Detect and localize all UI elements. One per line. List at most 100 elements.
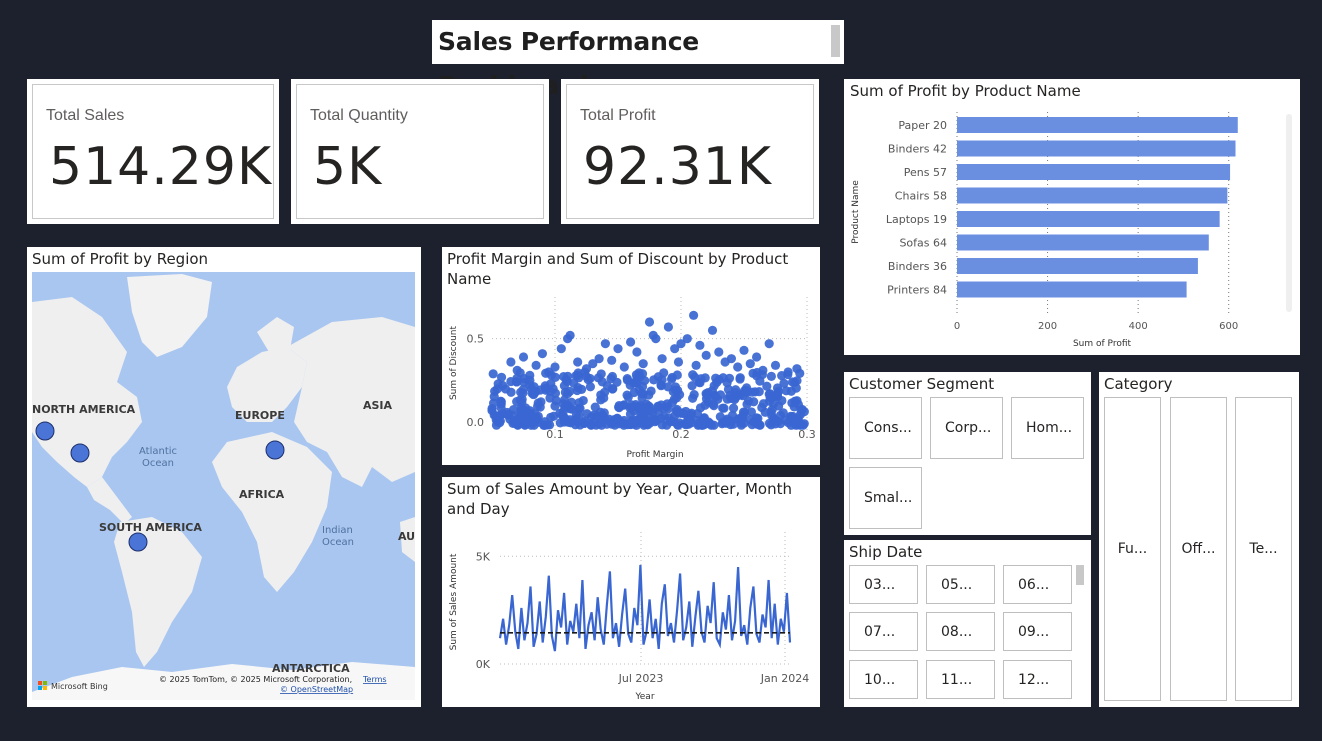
scatter-point[interactable]	[599, 393, 609, 403]
map-canvas[interactable]: NORTH AMERICA EUROPE ASIA AFRICA SOUTH A…	[32, 272, 415, 700]
scatter-point[interactable]	[508, 405, 519, 415]
scatter-point[interactable]	[764, 339, 774, 349]
scatter-point[interactable]	[757, 402, 767, 413]
scatter-point[interactable]	[638, 359, 648, 369]
scatter-point[interactable]	[638, 409, 648, 420]
scatter-point[interactable]	[745, 359, 755, 369]
bar[interactable]	[957, 281, 1187, 298]
category-office-supplies-button[interactable]: Off...	[1170, 397, 1227, 701]
scatter-point[interactable]	[550, 362, 560, 372]
scatter-panel[interactable]: Profit Margin and Sum of Discount by Pro…	[442, 247, 820, 465]
scatter-point[interactable]	[506, 376, 516, 387]
scatter-point[interactable]	[770, 360, 781, 370]
scatter-point[interactable]	[578, 395, 588, 406]
line-panel[interactable]: Sum of Sales Amount by Year, Quarter, Mo…	[442, 477, 820, 707]
scatter-point[interactable]	[566, 397, 577, 407]
category-technology-button[interactable]: Te...	[1235, 397, 1292, 701]
category-furniture-button[interactable]: Fu...	[1104, 397, 1161, 701]
scatter-point[interactable]	[614, 400, 624, 411]
scatter-point[interactable]	[711, 373, 721, 383]
scatter-point[interactable]	[622, 390, 632, 400]
map-panel[interactable]: Sum of Profit by Region NORTH AMERICA EU…	[27, 247, 421, 707]
scatter-point[interactable]	[766, 371, 776, 381]
scatter-point[interactable]	[669, 416, 679, 427]
scatter-point[interactable]	[565, 330, 575, 340]
shipdate-option[interactable]: 11...	[926, 660, 995, 699]
shipdate-option[interactable]: 07...	[849, 612, 918, 651]
sales-line[interactable]	[498, 564, 792, 652]
shipdate-option[interactable]: 06...	[1003, 565, 1072, 604]
segment-corporate-button[interactable]: Corp...	[930, 397, 1003, 459]
scatter-point[interactable]	[596, 369, 606, 379]
scatter-point[interactable]	[556, 344, 566, 354]
scatter-point[interactable]	[792, 396, 802, 406]
scatter-point[interactable]	[488, 369, 498, 379]
scatter-point[interactable]	[753, 413, 763, 424]
scatter-point[interactable]	[707, 325, 718, 335]
scatter-point[interactable]	[695, 340, 705, 350]
shipdate-option[interactable]: 12...	[1003, 660, 1072, 699]
scatter-point[interactable]	[742, 399, 752, 409]
scatter-point[interactable]	[706, 420, 716, 430]
scatter-point[interactable]	[737, 414, 747, 424]
scatter-point[interactable]	[733, 362, 743, 372]
scatter-point[interactable]	[663, 322, 673, 332]
scatter-chart[interactable]: 0.1 0.2 0.3 0.0 0.5 Profit Margin Sum of Dis…	[442, 287, 820, 463]
bar[interactable]	[957, 258, 1198, 274]
scatter-point[interactable]	[626, 337, 636, 347]
category-slicer[interactable]: Category Fu... Off... Te...	[1099, 372, 1299, 707]
scatter-point[interactable]	[787, 377, 798, 387]
scatter-point[interactable]	[602, 381, 612, 391]
scatter-point[interactable]	[525, 370, 535, 380]
scatter-point[interactable]	[512, 365, 522, 375]
scatter-point[interactable]	[619, 420, 629, 430]
ship-date-slicer[interactable]: Ship Date 03... 05... 06... 07... 08... …	[844, 540, 1091, 707]
bar-chart[interactable]: 0 200 400 600 Paper 20 Binders 42 Pens 57 Chair…	[844, 104, 1300, 354]
scatter-point[interactable]	[638, 389, 648, 399]
scatter-point[interactable]	[714, 347, 724, 357]
scatter-point[interactable]	[602, 419, 612, 429]
scatter-point[interactable]	[755, 376, 765, 386]
scatter-point[interactable]	[696, 420, 707, 430]
scatter-point[interactable]	[632, 347, 642, 357]
bar-panel[interactable]: Sum of Profit by Product Name 0 200 400 600…	[844, 79, 1300, 355]
shipdate-option[interactable]: 08...	[926, 612, 995, 651]
scatter-point[interactable]	[639, 419, 650, 429]
scatter-point[interactable]	[531, 360, 541, 370]
scatter-point[interactable]	[590, 402, 600, 412]
region-bubble-west[interactable]	[35, 421, 55, 441]
scatter-point[interactable]	[613, 344, 623, 354]
scatter-point[interactable]	[622, 374, 632, 384]
scatter-point[interactable]	[657, 354, 667, 364]
scatter-point[interactable]	[651, 334, 661, 344]
scatter-point[interactable]	[750, 387, 760, 397]
scatter-point[interactable]	[689, 389, 699, 400]
scatter-point[interactable]	[585, 382, 596, 392]
terms-link[interactable]: Terms	[362, 675, 387, 684]
scatter-point[interactable]	[644, 317, 655, 327]
kpi-card-total-quantity[interactable]: Total Quantity 5K	[291, 79, 549, 224]
scatter-point[interactable]	[783, 367, 793, 377]
scatter-point[interactable]	[493, 379, 503, 389]
scatter-point[interactable]	[626, 400, 637, 410]
scatter-point[interactable]	[764, 418, 775, 428]
scatter-point[interactable]	[653, 402, 663, 412]
scatter-point[interactable]	[588, 359, 598, 369]
scatter-point[interactable]	[656, 380, 666, 390]
scatter-point[interactable]	[565, 386, 575, 396]
scatter-point[interactable]	[797, 404, 807, 415]
scatter-point[interactable]	[781, 386, 791, 396]
scatter-point[interactable]	[742, 387, 752, 398]
segment-home-office-button[interactable]: Hom...	[1011, 397, 1084, 459]
scatter-point[interactable]	[667, 372, 677, 383]
bar[interactable]	[957, 117, 1238, 133]
scatter-point[interactable]	[619, 362, 629, 372]
kpi-card-total-profit[interactable]: Total Profit 92.31K	[561, 79, 819, 224]
region-bubble-central[interactable]	[70, 443, 90, 463]
scatter-point[interactable]	[646, 386, 656, 396]
bar-scrollbar[interactable]	[1286, 114, 1292, 312]
customer-segment-slicer[interactable]: Customer Segment Cons... Corp... Hom... …	[844, 372, 1091, 535]
scatter-point[interactable]	[673, 385, 683, 396]
scatter-point[interactable]	[640, 376, 650, 386]
segment-small-business-button[interactable]: Smal...	[849, 467, 922, 529]
